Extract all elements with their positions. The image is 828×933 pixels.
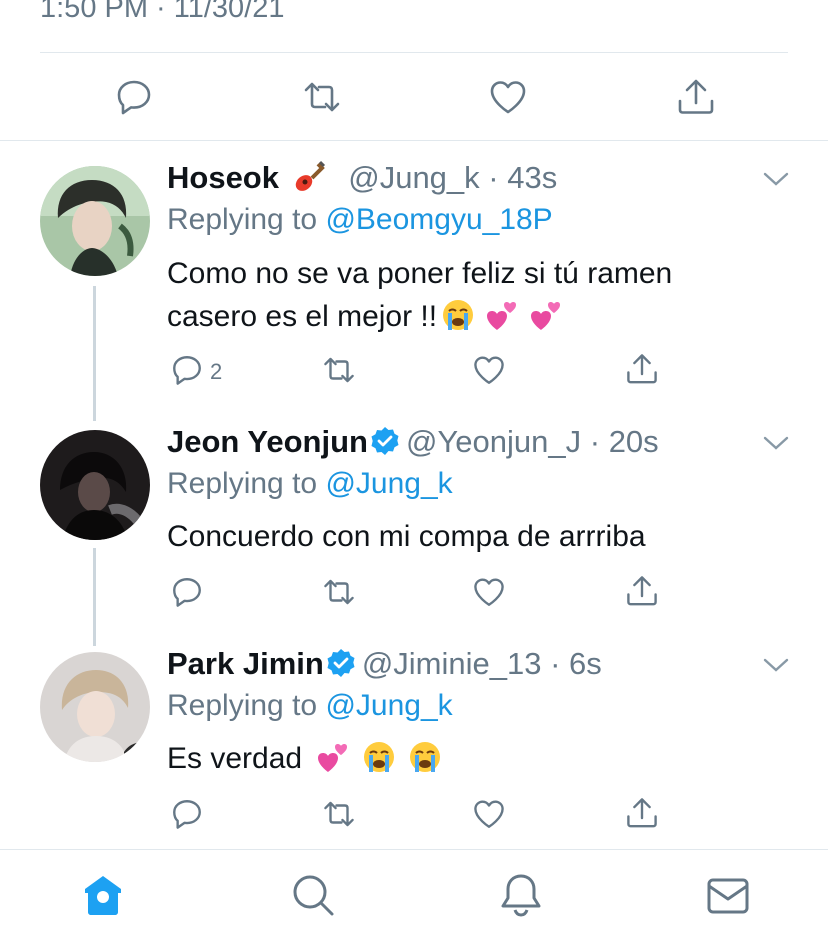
two-hearts-emoji-icon [485, 298, 519, 332]
reply-text-fragment: casero es el mejor !! [167, 300, 438, 333]
replying-to-link[interactable]: @Jung_k [325, 689, 452, 722]
share-icon[interactable] [676, 77, 716, 117]
display-name[interactable]: Jeon Yeonjun [167, 424, 368, 459]
display-name[interactable]: Hoseok [167, 160, 279, 195]
like-icon[interactable] [472, 797, 506, 831]
retweet-icon[interactable] [302, 77, 342, 117]
reply-text: Es verdad [167, 737, 767, 780]
retweet-icon[interactable] [322, 797, 356, 831]
divider [0, 140, 828, 141]
user-handle[interactable]: @Yeonjun_J [406, 424, 581, 459]
avatar[interactable] [40, 166, 150, 276]
reply-header: Hoseok @Jung_k · 43s [167, 160, 558, 195]
verified-badge-icon [370, 426, 400, 464]
replying-label: Replying to [167, 689, 318, 722]
replying-to: Replying to @Jung_k [167, 689, 453, 723]
reply-header: Jeon Yeonjun @Yeonjun_J · 20s [167, 424, 659, 464]
chevron-down-icon[interactable] [762, 434, 790, 452]
user-handle[interactable]: @Jung_k [348, 160, 479, 195]
two-hearts-emoji-icon [529, 298, 563, 332]
avatar[interactable] [40, 652, 150, 762]
like-icon[interactable] [472, 575, 506, 609]
reply-text-line: Es verdad [167, 737, 767, 780]
reply-icon[interactable] [170, 797, 204, 831]
replying-to: Replying to @Jung_k [167, 467, 453, 501]
reply-text-line: Concuerdo con mi compa de arrriba [167, 520, 646, 553]
crying-face-emoji-icon [408, 740, 442, 774]
notifications-icon[interactable] [499, 872, 543, 918]
reply-icon[interactable] [114, 77, 154, 117]
retweet-icon[interactable] [322, 575, 356, 609]
reply-text: Como no se va poner feliz si tú ramen ca… [167, 252, 767, 338]
tweet-timestamp: 1:50 PM · 11/30/21 [40, 0, 285, 24]
crying-face-emoji-icon [362, 740, 396, 774]
replying-to: Replying to @Beomgyu_18P [167, 203, 553, 237]
messages-icon[interactable] [706, 877, 750, 915]
replying-to-link[interactable]: @Beomgyu_18P [325, 203, 552, 236]
reply-time: 43s [507, 160, 558, 195]
reply-time: 6s [569, 646, 602, 681]
reply-text: Concuerdo con mi compa de arrriba [167, 515, 767, 558]
share-icon[interactable] [625, 574, 659, 608]
replying-to-link[interactable]: @Jung_k [325, 467, 452, 500]
chevron-down-icon[interactable] [762, 656, 790, 674]
reply-text-fragment: Es verdad [167, 742, 303, 775]
share-icon[interactable] [625, 352, 659, 386]
thread-connector [93, 286, 96, 421]
avatar[interactable] [40, 430, 150, 540]
reply-header: Park Jimin @Jiminie_13 · 6s [167, 646, 602, 686]
replying-label: Replying to [167, 467, 318, 500]
home-icon[interactable] [82, 873, 124, 917]
replying-label: Replying to [167, 203, 318, 236]
divider [40, 52, 788, 53]
retweet-icon[interactable] [322, 353, 356, 387]
share-icon[interactable] [625, 796, 659, 830]
user-handle[interactable]: @Jiminie_13 [362, 646, 542, 681]
tab-bar-divider [0, 849, 828, 850]
like-icon[interactable] [488, 77, 528, 117]
like-icon[interactable] [472, 353, 506, 387]
reply-icon[interactable] [170, 353, 204, 387]
reply-icon[interactable] [170, 575, 204, 609]
chevron-down-icon[interactable] [762, 170, 790, 188]
crying-face-emoji-icon [441, 298, 475, 332]
two-hearts-emoji-icon [316, 740, 350, 774]
reply-text-line: Como no se va poner feliz si tú ramen [167, 257, 673, 290]
search-icon[interactable] [291, 873, 335, 917]
reply-count: 2 [210, 359, 223, 384]
reply-text-line: casero es el mejor !! [167, 295, 767, 338]
thread-connector [93, 548, 96, 646]
display-name[interactable]: Park Jimin [167, 646, 324, 681]
reply-time: 20s [608, 424, 659, 459]
verified-badge-icon [326, 648, 356, 686]
guitar-emoji-icon [292, 160, 326, 194]
